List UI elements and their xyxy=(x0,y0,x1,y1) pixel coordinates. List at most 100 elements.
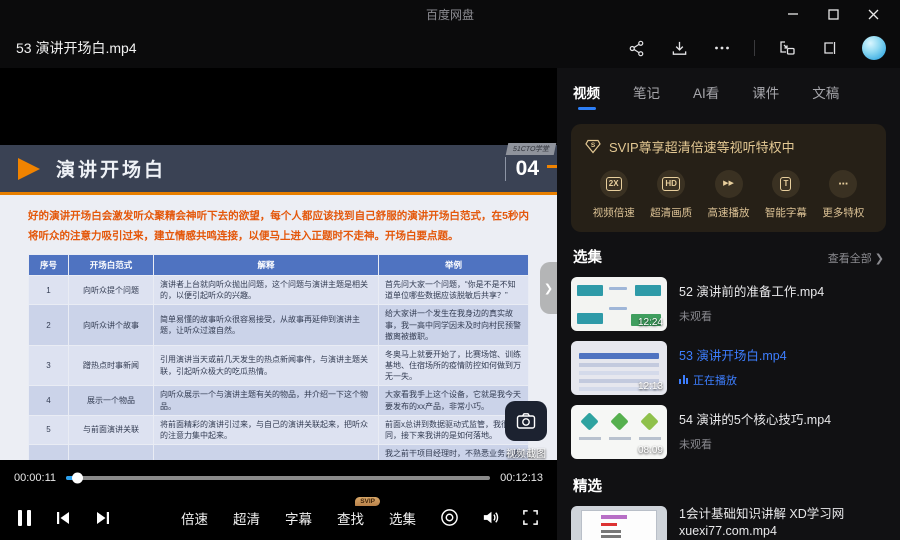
progress-bar[interactable] xyxy=(66,476,490,480)
featured-item[interactable]: 18:52 1会计基础知识讲解 XD学习网 xuexi77.com.mp4 最近… xyxy=(571,506,886,540)
video-duration: 08:09 xyxy=(638,445,663,456)
video-thumbnail: 18:52 xyxy=(571,506,667,540)
maximize-button[interactable] xyxy=(820,4,846,24)
playlist-item[interactable]: 12:24 52 演讲前的准备工作.mp4 未观看 xyxy=(571,277,886,331)
snapshot-label: 视频截图 xyxy=(506,445,546,460)
playlist-item[interactable]: 08:09 54 演讲的5个核心技巧.mp4 未观看 xyxy=(571,405,886,459)
close-button[interactable] xyxy=(860,4,886,24)
subtitle-t-icon: T xyxy=(772,170,800,198)
video-title: 1会计基础知识讲解 XD学习网 xuexi77.com.mp4 xyxy=(679,506,886,540)
share-icon[interactable] xyxy=(625,37,647,59)
video-frame-slide: 演讲开场白 04 51CTO学堂 好的演讲开场白会激发听众聚精会神听下去的欲望，… xyxy=(0,145,557,460)
tab-notes[interactable]: 笔记 xyxy=(633,82,660,110)
slide-number-divider xyxy=(505,157,506,181)
picture-in-picture-icon[interactable] xyxy=(776,37,798,59)
player-controls: 倍速 超清 字幕 查找 SVIP 选集 xyxy=(0,495,557,540)
video-title: 52 演讲前的准备工作.mp4 xyxy=(679,284,824,301)
volume-icon[interactable] xyxy=(481,508,500,527)
table-cell: 蹭热点时事新闻 xyxy=(69,345,154,386)
loop-record-icon[interactable] xyxy=(440,508,459,527)
fullscreen-icon[interactable] xyxy=(522,509,539,526)
video-file-title: 53 演讲开场白.mp4 xyxy=(16,38,137,58)
table-row: 4 展示一个物品 向听众展示一个与演讲主题有关的物品，并介绍一下这个物品。 大家… xyxy=(29,386,529,415)
table-cell: 2 xyxy=(29,305,69,346)
pause-button[interactable] xyxy=(18,510,31,526)
slide-title: 演讲开场白 xyxy=(56,155,166,182)
search-in-video-button[interactable]: 查找 SVIP xyxy=(337,508,364,528)
speed-2x-icon: 2X xyxy=(600,170,628,198)
table-cell: 冬奥马上就要开始了，比赛场馆、训练基地、住宿场所的疫情防控如何做到万无一失。 xyxy=(379,345,529,386)
table-cell: 向听众提个问题 xyxy=(69,275,154,304)
feature-hd-quality[interactable]: HD 超清画质 xyxy=(642,170,699,220)
table-cell: 给大家讲一个发生在我身边的真实故事，我一高中同学因未及时向村民预警撤离被撤职。 xyxy=(379,305,529,346)
quality-button[interactable]: 超清 xyxy=(233,508,260,528)
tab-video[interactable]: 视频 xyxy=(573,82,600,110)
playback-speed-button[interactable]: 倍速 xyxy=(181,508,208,528)
featured-header: 精选 xyxy=(573,475,884,496)
video-thumbnail: 12:24 xyxy=(571,277,667,331)
table-cell: 3 xyxy=(29,345,69,386)
tab-transcript[interactable]: 文稿 xyxy=(812,82,839,110)
feature-fast-play[interactable]: ▶▶ 高速播放 xyxy=(700,170,757,220)
toolbar-divider xyxy=(754,40,755,56)
next-video-button[interactable] xyxy=(95,510,111,526)
video-title: 54 演讲的5个核心技巧.mp4 xyxy=(679,412,831,429)
progress-row: 00:00:11 00:12:13 xyxy=(0,461,557,495)
table-row: 3 蹭热点时事新闻 引用演讲当天或前几天发生的热点新闻事件，与演讲主题关联，引起… xyxy=(29,345,529,386)
svip-card[interactable]: S SVIP尊享超清倍速等视听特权中 2X 视频倍速 HD 超清画质 ▶▶ xyxy=(571,124,886,232)
brand-tag: 51CTO学堂 xyxy=(505,143,556,155)
view-all-link[interactable]: 查看全部 ❯ xyxy=(828,250,884,266)
progress-handle[interactable] xyxy=(72,473,83,484)
playlist-item-playing[interactable]: 12:13 53 演讲开场白.mp4 正在播放 xyxy=(571,341,886,395)
camera-icon xyxy=(516,412,536,430)
table-header-cell: 解释 xyxy=(154,254,379,275)
minimize-button[interactable] xyxy=(780,4,806,24)
snapshot-widget: 视频截图 xyxy=(505,401,547,460)
previous-video-button[interactable] xyxy=(55,510,71,526)
table-cell: 向听众讲个故事 xyxy=(69,305,154,346)
user-avatar[interactable] xyxy=(862,36,886,60)
featured-title: 精选 xyxy=(573,475,602,496)
table-cell: 用自己做靶子，介绍曾经的失败经历，让听众产生同理心。 xyxy=(154,445,379,460)
video-status: 未观看 xyxy=(679,436,831,452)
more-dots-icon: ⋯ xyxy=(829,170,857,198)
table-header-cell: 开场白范式 xyxy=(69,254,154,275)
slide-table-header-row: 序号 开场白范式 解释 举例 xyxy=(29,254,529,275)
video-title: 53 演讲开场白.mp4 xyxy=(679,348,787,365)
feature-more-privileges[interactable]: ⋯ 更多特权 xyxy=(815,170,872,220)
table-cell: 向自己开炮自嘲 xyxy=(69,445,154,460)
chevron-right-icon: ❯ xyxy=(875,253,884,265)
table-cell: 1 xyxy=(29,275,69,304)
subtitles-button[interactable]: 字幕 xyxy=(285,508,312,528)
more-options-icon[interactable] xyxy=(711,37,733,59)
table-row: 6 向自己开炮自嘲 用自己做靶子，介绍曾经的失败经历，让听众产生同理心。 我之前… xyxy=(29,445,529,460)
video-duration: 12:24 xyxy=(638,317,663,328)
equalizer-icon xyxy=(679,375,688,384)
download-icon[interactable] xyxy=(668,37,690,59)
sidebar-collapse-handle[interactable]: ❯ xyxy=(540,262,557,314)
episodes-button[interactable]: 选集 xyxy=(389,508,416,528)
table-cell: 与前面演讲关联 xyxy=(69,415,154,444)
table-cell: 向听众展示一个与演讲主题有关的物品，并介绍一下这个物品。 xyxy=(154,386,379,415)
feature-smart-subtitles[interactable]: T 智能字幕 xyxy=(757,170,814,220)
app-title: 百度网盘 xyxy=(0,6,900,23)
svip-badge: SVIP xyxy=(355,497,380,506)
slide-logo-icon xyxy=(18,158,40,180)
table-header-cell: 序号 xyxy=(29,254,69,275)
playlist-title: 选集 xyxy=(573,246,602,267)
table-cell: 引用演讲当天或前几天发生的热点新闻事件，与演讲主题关联，引起听众极大的吃瓜热情。 xyxy=(154,345,379,386)
feature-playback-speed[interactable]: 2X 视频倍速 xyxy=(585,170,642,220)
table-cell: 演讲者上台就向听众抛出问题，这个问题与演讲主题是相关的，以便引起听众的兴趣。 xyxy=(154,275,379,304)
video-status: 未观看 xyxy=(679,308,824,324)
mini-window-icon[interactable] xyxy=(819,37,841,59)
current-time: 00:00:11 xyxy=(14,472,56,484)
video-stage[interactable]: 演讲开场白 04 51CTO学堂 好的演讲开场白会激发听众聚精会神听下去的欲望，… xyxy=(0,68,557,460)
slide-body: 好的演讲开场白会激发听众聚精会神听下去的欲望，每个人都应该找到自己舒服的演讲开场… xyxy=(0,195,557,460)
toolbar: 53 演讲开场白.mp4 xyxy=(0,28,900,68)
video-snapshot-button[interactable] xyxy=(505,401,547,441)
video-thumbnail: 08:09 xyxy=(571,405,667,459)
tab-ai-view[interactable]: AI看 xyxy=(693,82,719,110)
svip-diamond-icon: S xyxy=(585,139,601,154)
fast-forward-icon: ▶▶ xyxy=(715,170,743,198)
tab-courseware[interactable]: 课件 xyxy=(752,82,779,110)
